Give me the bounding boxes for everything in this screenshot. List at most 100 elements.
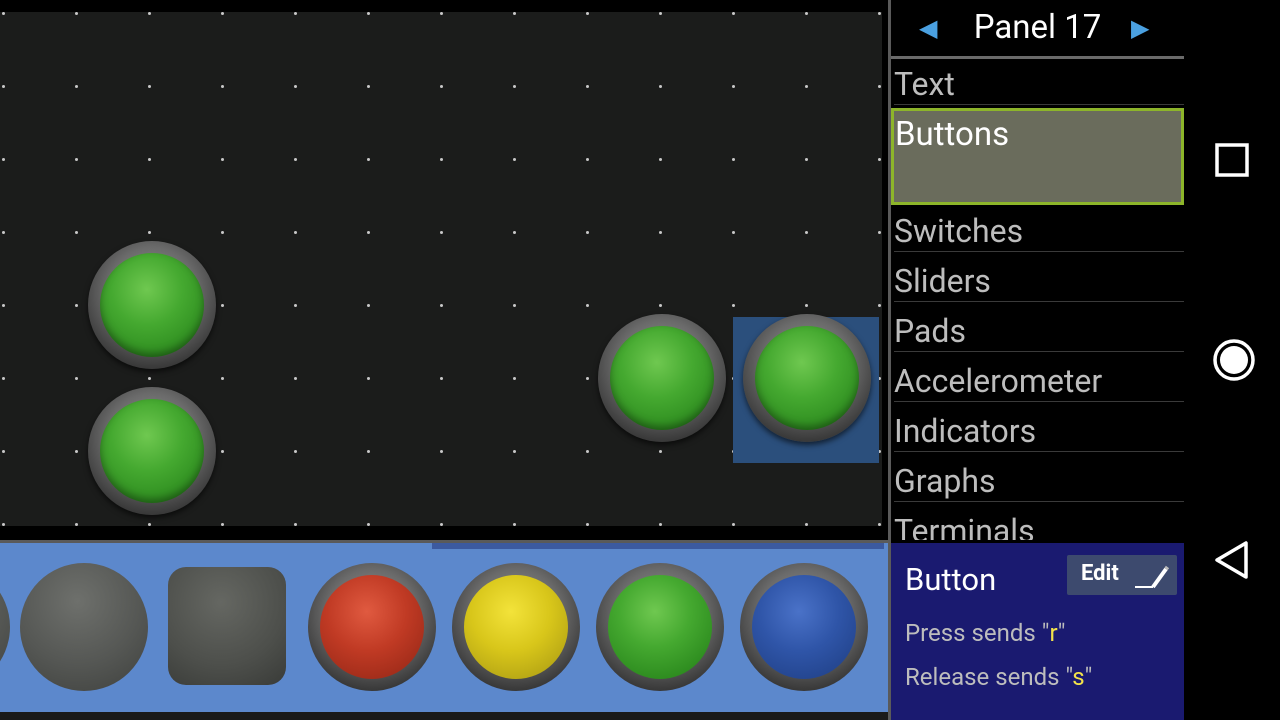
grid-dot xyxy=(732,158,735,161)
palette-button-gray[interactable] xyxy=(20,563,148,691)
grid-dot xyxy=(294,304,297,307)
grid-dot xyxy=(732,231,735,234)
grid-dot xyxy=(878,158,881,161)
grid-dot xyxy=(513,231,516,234)
grid-dot xyxy=(586,450,589,453)
grid-dot xyxy=(659,450,662,453)
grid-dot xyxy=(878,231,881,234)
palette-button-yellow[interactable] xyxy=(452,563,580,691)
category-graphs[interactable]: Graphs xyxy=(894,461,1184,502)
back-icon[interactable] xyxy=(1212,540,1252,580)
grid-dot xyxy=(513,158,516,161)
grid-dot xyxy=(75,377,78,380)
grid-dot xyxy=(440,377,443,380)
category-pads[interactable]: Pads xyxy=(894,311,1184,352)
grid-dot xyxy=(878,85,881,88)
grid-dot xyxy=(221,158,224,161)
grid-dot xyxy=(294,377,297,380)
grid-dot xyxy=(586,12,589,15)
grid-dot xyxy=(75,12,78,15)
grid-dot xyxy=(805,158,808,161)
grid-dot xyxy=(659,158,662,161)
grid-dot xyxy=(367,523,370,526)
home-icon[interactable] xyxy=(1212,338,1256,382)
system-nav-bar xyxy=(1184,0,1280,720)
grid-area[interactable] xyxy=(0,12,882,526)
grid-dot xyxy=(2,231,5,234)
grid-dot xyxy=(805,304,808,307)
edit-button[interactable]: Edit xyxy=(1067,555,1177,595)
grid-dot xyxy=(732,523,735,526)
grid-dot xyxy=(2,450,5,453)
grid-dot xyxy=(2,158,5,161)
category-accelerometer[interactable]: Accelerometer xyxy=(894,361,1184,402)
grid-dot xyxy=(2,523,5,526)
release-sends-text: Release sends "s" xyxy=(905,663,1093,691)
next-panel-icon[interactable]: ▶ xyxy=(1131,14,1149,42)
grid-dot xyxy=(367,304,370,307)
grid-dot xyxy=(367,231,370,234)
grid-dot xyxy=(2,85,5,88)
grid-dot xyxy=(367,377,370,380)
grid-dot xyxy=(367,158,370,161)
canvas-button-3[interactable] xyxy=(598,314,726,442)
widget-type-title: Button xyxy=(905,561,997,598)
grid-dot xyxy=(732,304,735,307)
grid-dot xyxy=(367,450,370,453)
category-text[interactable]: Text xyxy=(894,64,1184,105)
category-indicators[interactable]: Indicators xyxy=(894,411,1184,452)
grid-dot xyxy=(221,231,224,234)
palette-button-partial[interactable] xyxy=(0,563,10,691)
palette-button-blue[interactable] xyxy=(740,563,868,691)
grid-dot xyxy=(148,85,151,88)
grid-dot xyxy=(586,158,589,161)
grid-dot xyxy=(513,12,516,15)
grid-dot xyxy=(878,12,881,15)
bottom-edge xyxy=(0,712,888,720)
palette-button-green[interactable] xyxy=(596,563,724,691)
grid-dot xyxy=(75,85,78,88)
canvas-button-1[interactable] xyxy=(88,241,216,369)
category-sliders[interactable]: Sliders xyxy=(894,261,1184,302)
grid-dot xyxy=(148,377,151,380)
grid-dot xyxy=(659,85,662,88)
canvas-button-4[interactable] xyxy=(743,314,871,442)
grid-dot xyxy=(805,523,808,526)
grid-dot xyxy=(294,158,297,161)
grid-dot xyxy=(75,158,78,161)
panel-header: ◀ Panel 17 ▶ xyxy=(891,0,1184,56)
button-palette[interactable] xyxy=(0,543,888,712)
grid-dot xyxy=(2,377,5,380)
recents-icon[interactable] xyxy=(1212,142,1252,178)
grid-dot xyxy=(148,523,151,526)
grid-dot xyxy=(75,231,78,234)
palette-button-red[interactable] xyxy=(308,563,436,691)
grid-dot xyxy=(75,523,78,526)
edit-button-label: Edit xyxy=(1081,561,1119,586)
category-buttons[interactable]: Buttons xyxy=(891,108,1184,205)
palette-button-square[interactable] xyxy=(168,567,286,685)
category-buttons-label: Buttons xyxy=(895,115,1010,154)
canvas-button-2[interactable] xyxy=(88,387,216,515)
grid-dot xyxy=(221,304,224,307)
grid-dot xyxy=(513,304,516,307)
grid-dot xyxy=(513,523,516,526)
grid-dot xyxy=(2,304,5,307)
widget-category-panel: ◀ Panel 17 ▶ Text Buttons Switches Slide… xyxy=(891,0,1184,540)
grid-dot xyxy=(513,377,516,380)
category-switches[interactable]: Switches xyxy=(894,211,1184,252)
grid-dot xyxy=(148,231,151,234)
grid-dot xyxy=(586,304,589,307)
category-terminals[interactable]: Terminals xyxy=(894,511,1184,540)
grid-dot xyxy=(805,231,808,234)
grid-dot xyxy=(586,523,589,526)
panel-canvas[interactable] xyxy=(0,0,888,540)
grid-dot xyxy=(294,523,297,526)
grid-dot xyxy=(148,158,151,161)
grid-dot xyxy=(440,231,443,234)
grid-dot xyxy=(586,231,589,234)
grid-dot xyxy=(586,85,589,88)
grid-dot xyxy=(440,304,443,307)
grid-dot xyxy=(221,523,224,526)
grid-dot xyxy=(75,450,78,453)
